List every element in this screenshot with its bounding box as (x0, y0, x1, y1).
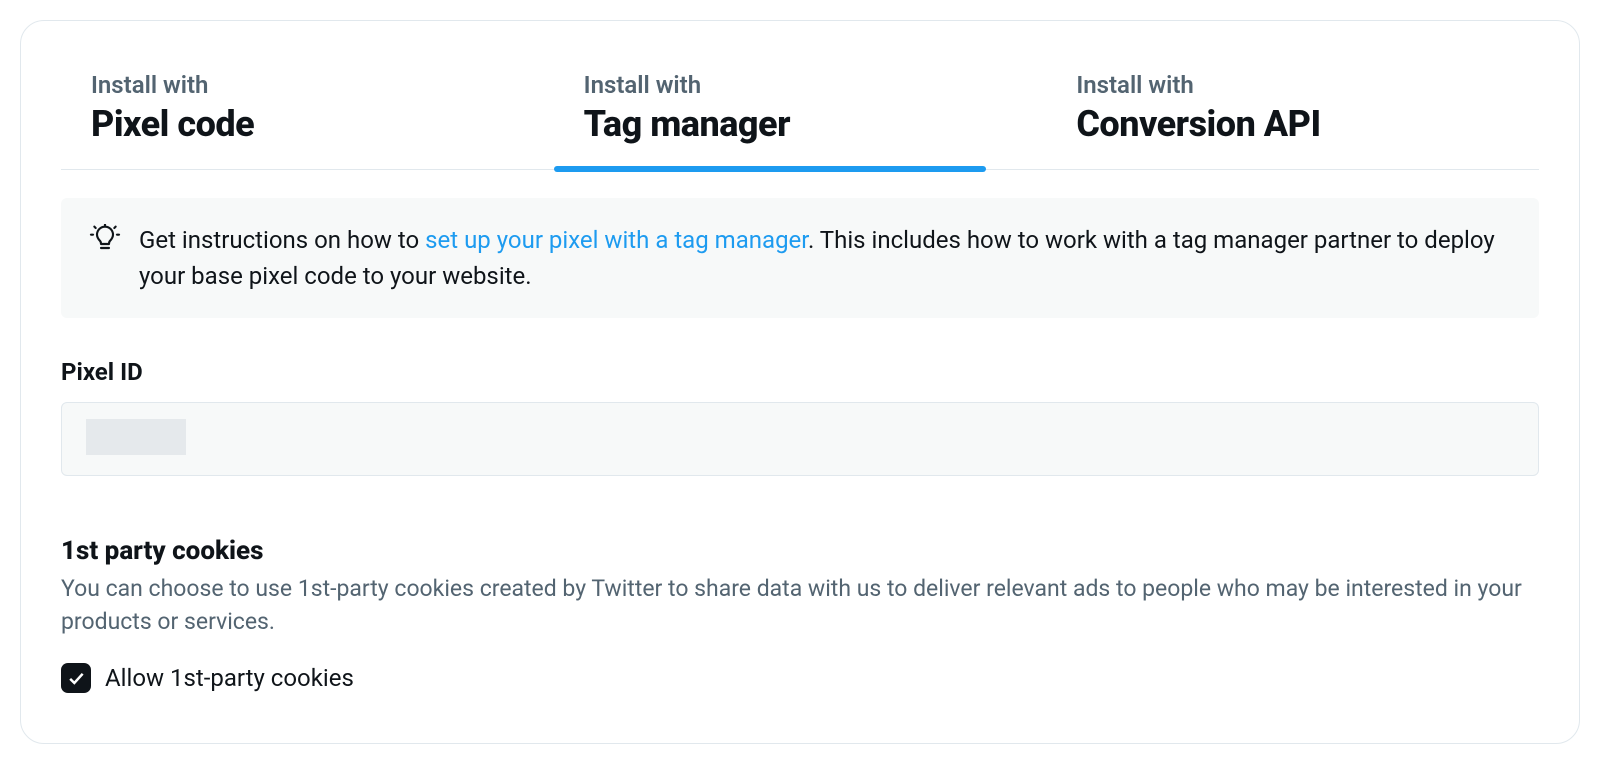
allow-cookies-checkbox[interactable] (61, 663, 91, 693)
pixel-id-field[interactable] (61, 402, 1539, 476)
pixel-id-value (86, 419, 186, 455)
tab-overline: Install with (584, 71, 1017, 99)
tab-overline: Install with (1076, 71, 1509, 99)
tab-overline: Install with (91, 71, 524, 99)
tab-tag-manager[interactable]: Install with Tag manager (554, 61, 1047, 169)
tab-title: Conversion API (1076, 103, 1509, 145)
tab-conversion-api[interactable]: Install with Conversion API (1046, 61, 1539, 169)
lightbulb-icon (89, 224, 121, 256)
check-icon (66, 668, 86, 688)
info-text-before: Get instructions on how to (139, 226, 425, 254)
tab-title: Tag manager (584, 103, 1017, 145)
install-tabs: Install with Pixel code Install with Tag… (61, 61, 1539, 170)
install-card: Install with Pixel code Install with Tag… (20, 20, 1580, 744)
pixel-id-label: Pixel ID (61, 358, 1539, 386)
cookies-checkbox-row: Allow 1st-party cookies (61, 663, 1539, 693)
info-link[interactable]: set up your pixel with a tag manager (425, 226, 808, 254)
cookies-description: You can choose to use 1st-party cookies … (61, 572, 1539, 639)
tab-title: Pixel code (91, 103, 524, 145)
tab-pixel-code[interactable]: Install with Pixel code (61, 61, 554, 169)
info-box: Get instructions on how to set up your p… (61, 198, 1539, 318)
cookies-heading: 1st party cookies (61, 536, 1539, 566)
info-text: Get instructions on how to set up your p… (139, 222, 1511, 294)
allow-cookies-label[interactable]: Allow 1st-party cookies (105, 664, 354, 692)
